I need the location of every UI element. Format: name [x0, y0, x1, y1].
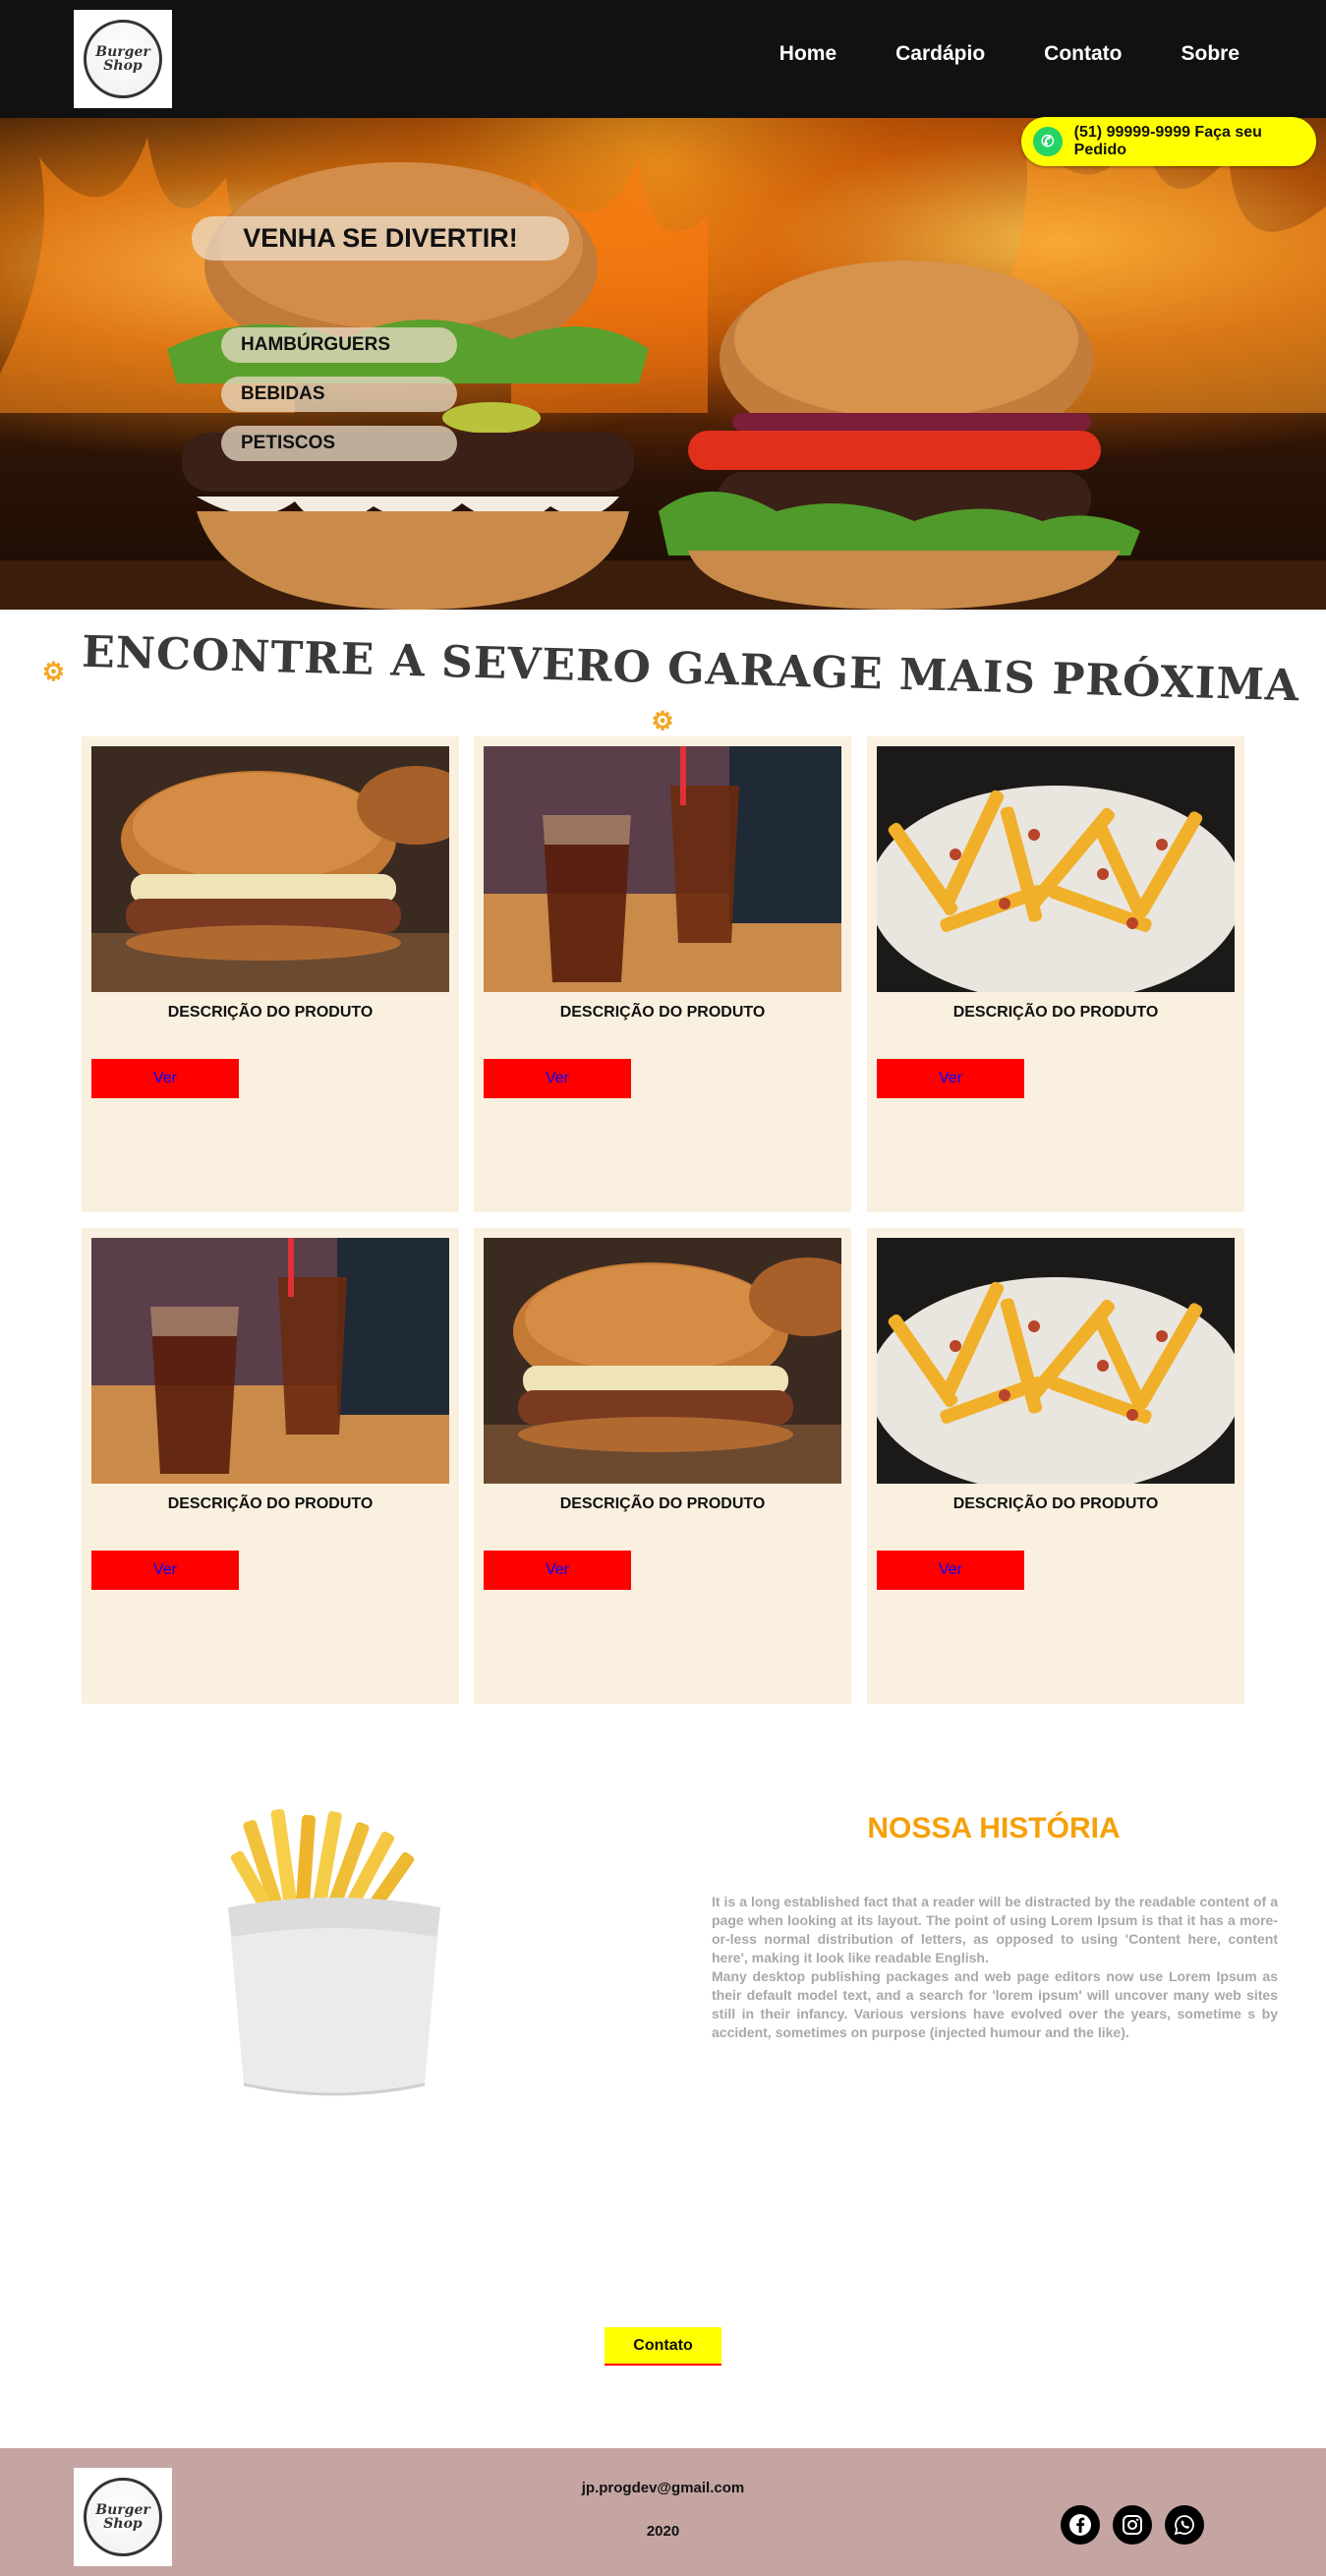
product-description: DESCRIÇÃO DO PRODUTO [559, 1495, 766, 1512]
history-paragraph: It is a long established fact that a rea… [712, 1894, 1278, 1965]
hero-menu-petiscos[interactable]: PETISCOS [221, 426, 457, 461]
product-card: DESCRIÇÃO DO PRODUTO Ver [82, 1228, 459, 1704]
nav-sobre[interactable]: Sobre [1181, 42, 1240, 66]
history-title: NOSSA HISTÓRIA [867, 1812, 1121, 1844]
view-product-button[interactable]: Ver [877, 1551, 1024, 1590]
product-image[interactable] [484, 1238, 841, 1484]
product-card: DESCRIÇÃO DO PRODUTO Ver [474, 736, 851, 1212]
burger-logo-icon: Burger Shop [84, 20, 162, 98]
product-card: DESCRIÇÃO DO PRODUTO Ver [867, 1228, 1244, 1704]
fries-box-image [228, 1809, 440, 2096]
product-description: DESCRIÇÃO DO PRODUTO [952, 1495, 1159, 1512]
nav-contato[interactable]: Contato [1044, 42, 1122, 66]
product-description: DESCRIÇÃO DO PRODUTO [952, 1004, 1159, 1021]
view-product-button[interactable]: Ver [877, 1059, 1024, 1098]
product-image[interactable] [877, 1238, 1235, 1484]
whatsapp-order-text: (51) 99999-9999 Faça seu Pedido [1073, 124, 1262, 158]
history-text: It is a long established fact that a rea… [712, 1893, 1278, 2042]
contact-button[interactable]: Contato [605, 2327, 721, 2366]
hero-banner [0, 118, 1326, 610]
product-description: DESCRIÇÃO DO PRODUTO [559, 1004, 766, 1021]
facebook-icon[interactable] [1061, 2505, 1100, 2545]
section-title-text: ENCONTRE A SEVERO GARAGE MAIS PRÓXIMA [81, 626, 1300, 712]
gear-icon: ⚙ [41, 656, 66, 686]
logo[interactable]: Burger Shop [74, 10, 172, 108]
view-product-button[interactable]: Ver [484, 1059, 631, 1098]
product-image[interactable] [484, 746, 841, 992]
instagram-icon[interactable] [1113, 2505, 1152, 2545]
whatsapp-icon[interactable] [1165, 2505, 1204, 2545]
logo-text-line1: Burger [95, 44, 150, 60]
product-description: DESCRIÇÃO DO PRODUTO [167, 1495, 374, 1512]
main-nav: Home Cardápio Contato Sobre [721, 0, 1240, 108]
gear-icon: ⚙ [651, 705, 675, 735]
product-card: DESCRIÇÃO DO PRODUTO Ver [82, 736, 459, 1212]
product-card: DESCRIÇÃO DO PRODUTO Ver [474, 1228, 851, 1704]
history-paragraph: Many desktop publishing packages and web… [712, 1968, 1278, 2040]
product-card: DESCRIÇÃO DO PRODUTO Ver [867, 736, 1244, 1212]
view-product-button[interactable]: Ver [91, 1551, 239, 1590]
nav-home[interactable]: Home [779, 42, 836, 66]
site-header: Burger Shop Home Cardápio Contato Sobre [0, 0, 1326, 118]
hero-menu-hamburguers[interactable]: HAMBÚRGUERS [221, 327, 457, 363]
whatsapp-order-button[interactable]: ✆ (51) 99999-9999 Faça seu Pedido [1021, 117, 1316, 166]
product-image[interactable] [91, 746, 449, 992]
nav-cardapio[interactable]: Cardápio [895, 42, 985, 66]
product-description: DESCRIÇÃO DO PRODUTO [167, 1004, 374, 1021]
view-product-button[interactable]: Ver [91, 1059, 239, 1098]
whatsapp-icon: ✆ [1033, 127, 1063, 156]
product-image[interactable] [91, 1238, 449, 1484]
footer-email: jp.progdev@gmail.com [581, 2480, 745, 2496]
hero-menu-bebidas[interactable]: BEBIDAS [221, 377, 457, 412]
section-title: ⚙ ENCONTRE A SEVERO GARAGE MAIS PRÓXIMA⚙ [0, 627, 1326, 743]
hero-title: VENHA SE DIVERTIR! [192, 216, 569, 261]
logo-text-line2: Shop [103, 58, 143, 74]
hero-burgers-illustration [0, 118, 1326, 610]
view-product-button[interactable]: Ver [484, 1551, 631, 1590]
product-image[interactable] [877, 746, 1235, 992]
logo-text-line1: Burger [95, 2502, 150, 2518]
